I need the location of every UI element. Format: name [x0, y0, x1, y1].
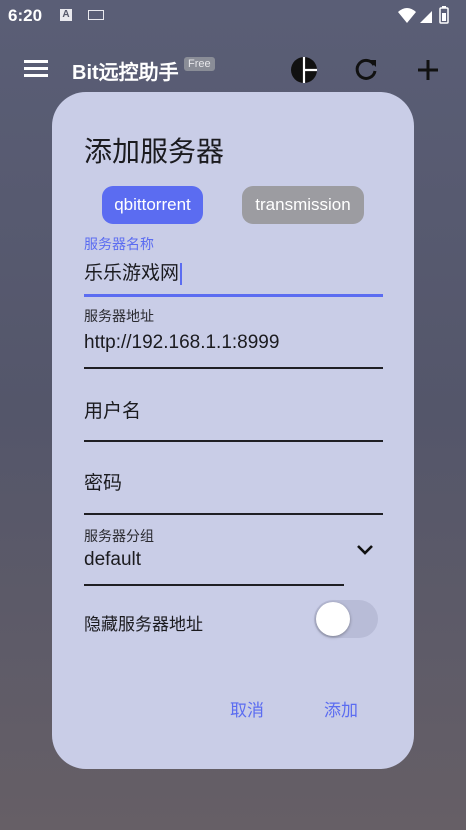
server-address-value: http://192.168.1.1:8999 — [84, 332, 280, 353]
app-title: Bit远控助手 — [72, 62, 179, 84]
text-cursor — [180, 262, 183, 285]
menu-icon[interactable] — [24, 60, 48, 78]
server-name-label: 服务器名称 — [84, 236, 154, 252]
server-group-underline — [84, 584, 344, 586]
password-placeholder: 密码 — [84, 473, 123, 494]
keyboard-icon — [88, 10, 104, 20]
server-group-value: default — [84, 549, 142, 570]
status-time: 6:20 — [8, 6, 43, 25]
plus-icon — [418, 60, 438, 80]
username-field[interactable]: 用户名 — [84, 388, 383, 444]
server-address-field[interactable]: 服务器地址 http://192.168.1.1:8999 — [84, 306, 383, 370]
hide-address-label: 隐藏服务器地址 — [84, 615, 203, 634]
server-name-value-wrap: 乐乐游戏网 — [84, 258, 183, 285]
server-group-label: 服务器分组 — [84, 528, 154, 544]
free-badge: Free — [184, 57, 215, 71]
username-placeholder: 用户名 — [84, 401, 142, 422]
pie-chart-icon — [291, 57, 317, 83]
cancel-button[interactable]: 取消 — [230, 696, 264, 721]
password-underline — [84, 513, 383, 515]
refresh-icon — [355, 58, 377, 80]
status-bar: 6:20 A — [0, 0, 466, 32]
chevron-down-icon — [357, 545, 373, 555]
wifi-icon — [398, 8, 416, 23]
server-name-value: 乐乐游戏网 — [84, 263, 180, 284]
server-address-underline — [84, 367, 383, 369]
confirm-add-button[interactable]: 添加 — [324, 696, 358, 721]
toggle-thumb — [316, 602, 350, 636]
pie-chart-button[interactable] — [288, 54, 320, 86]
app-bar: Bit远控助手 Free — [0, 40, 466, 96]
battery-icon — [439, 6, 449, 24]
hide-address-toggle[interactable] — [314, 600, 378, 638]
add-button[interactable] — [412, 54, 444, 86]
server-address-label: 服务器地址 — [84, 308, 154, 324]
notification-a-icon: A — [60, 9, 72, 21]
server-name-field[interactable]: 服务器名称 乐乐游戏网 — [84, 234, 383, 298]
status-icons — [396, 6, 456, 31]
signal-icon — [420, 11, 432, 23]
add-server-dialog: 添加服务器 qbittorrent transmission 服务器名称 乐乐游… — [52, 92, 414, 769]
refresh-button[interactable] — [350, 54, 382, 86]
password-field[interactable]: 密码 — [84, 460, 383, 516]
username-underline — [84, 440, 383, 442]
server-group-dropdown[interactable]: 服务器分组 default — [84, 526, 383, 590]
dialog-title: 添加服务器 — [84, 136, 225, 167]
tab-qbittorrent[interactable]: qbittorrent — [102, 186, 203, 224]
server-name-underline — [84, 294, 383, 297]
tab-transmission[interactable]: transmission — [242, 186, 364, 224]
